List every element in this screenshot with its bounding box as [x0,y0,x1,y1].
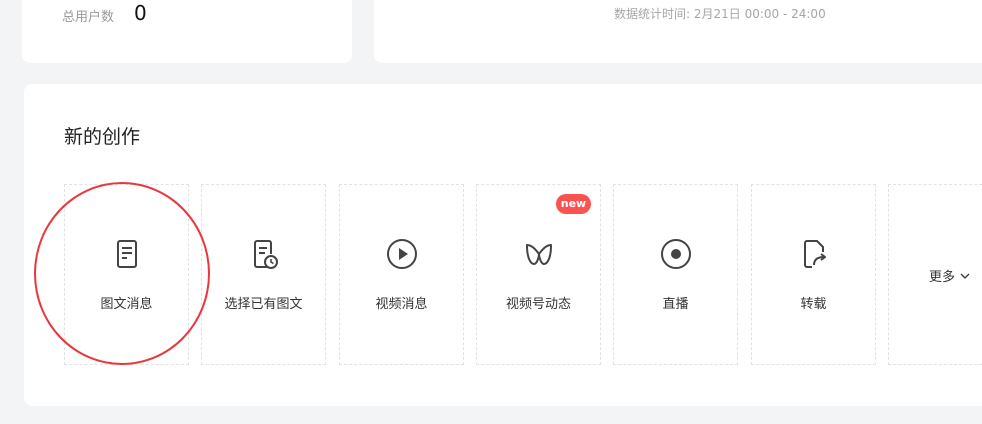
new-creation-card: 新的创作 图文消息 选择已有图文 视频消息 new 视频号动态 直播 转载 更多 [24,84,982,406]
stats-time-range: 数据统计时间: 2月21日 00:00 - 24:00 [614,7,826,21]
create-article-tile[interactable]: 图文消息 [64,184,189,365]
tile-label: 转载 [800,297,827,312]
more-label: 更多 [929,270,956,285]
tile-label: 选择已有图文 [224,297,303,312]
record-circle-icon [660,239,691,269]
new-badge: new [556,194,591,214]
chevron-down-icon [960,273,970,279]
select-existing-article-tile[interactable]: 选择已有图文 [201,184,326,365]
total-users-value: 0 [134,1,147,25]
more-tile[interactable]: 更多 [888,184,982,365]
tile-label: 图文消息 [100,297,153,312]
document-clock-icon [253,240,278,269]
channels-post-tile[interactable]: new 视频号动态 [476,184,601,365]
stats-card: 数据统计时间: 2月21日 00:00 - 24:00 [374,0,982,63]
live-tile[interactable]: 直播 [613,184,738,365]
total-users-label: 总用户数 [62,10,115,25]
tile-label: 视频消息 [375,297,428,312]
play-circle-icon [386,239,417,269]
section-title: 新的创作 [64,126,141,148]
repost-tile[interactable]: 转载 [751,184,876,365]
more-button[interactable]: 更多 [929,266,971,285]
tile-label: 视频号动态 [505,297,571,312]
butterfly-icon [525,244,552,265]
repost-icon [803,240,826,268]
tile-label: 直播 [662,297,689,312]
total-users-card: 总用户数 0 [22,0,352,63]
document-icon [116,240,137,268]
video-message-tile[interactable]: 视频消息 [339,184,464,365]
